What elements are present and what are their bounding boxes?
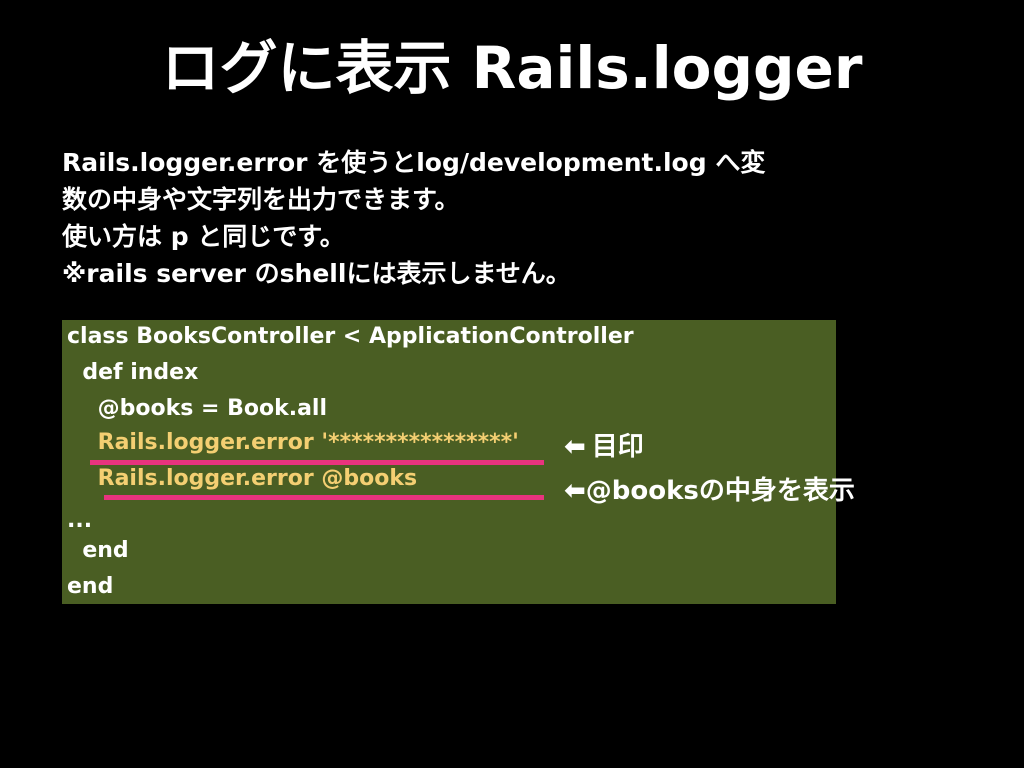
code-line-highlight: Rails.logger.error @books [67,466,418,491]
description-line: Rails.logger.error を使うとlog/development.l… [62,148,766,177]
books-label: @booksの中身を表示 [585,476,855,506]
code-block: class BooksController < ApplicationContr… [62,320,836,604]
description-line: 数の中身や文字列を出力できます。 [62,185,460,214]
code-line: end [67,574,114,599]
left-arrow-icon: ⬅ [564,432,586,462]
code-line: @books = Book.all [67,396,328,421]
marker-label: 目印 [591,432,644,462]
marker-note: ⬅ 目印 [564,430,644,464]
description-line: ※rails server のshellには表示しません。 [62,259,571,288]
description-line: 使い方は p と同じです。 [62,222,345,251]
code-line: class BooksController < ApplicationContr… [67,324,634,349]
books-note: ⬅@booksの中身を表示 [564,474,855,508]
code-line: def index [67,360,199,385]
description: Rails.logger.error を使うとlog/development.l… [62,144,1002,292]
code-line-highlight: Rails.logger.error '****************' [67,430,519,455]
slide: ログに表示 Rails.logger Rails.logger.error を使… [0,0,1024,768]
slide-title: ログに表示 Rails.logger [161,34,863,102]
code-line: ... [67,508,93,533]
highlight-underline [104,495,544,500]
left-arrow-icon: ⬅ [564,476,586,506]
code-line: end [67,538,129,563]
